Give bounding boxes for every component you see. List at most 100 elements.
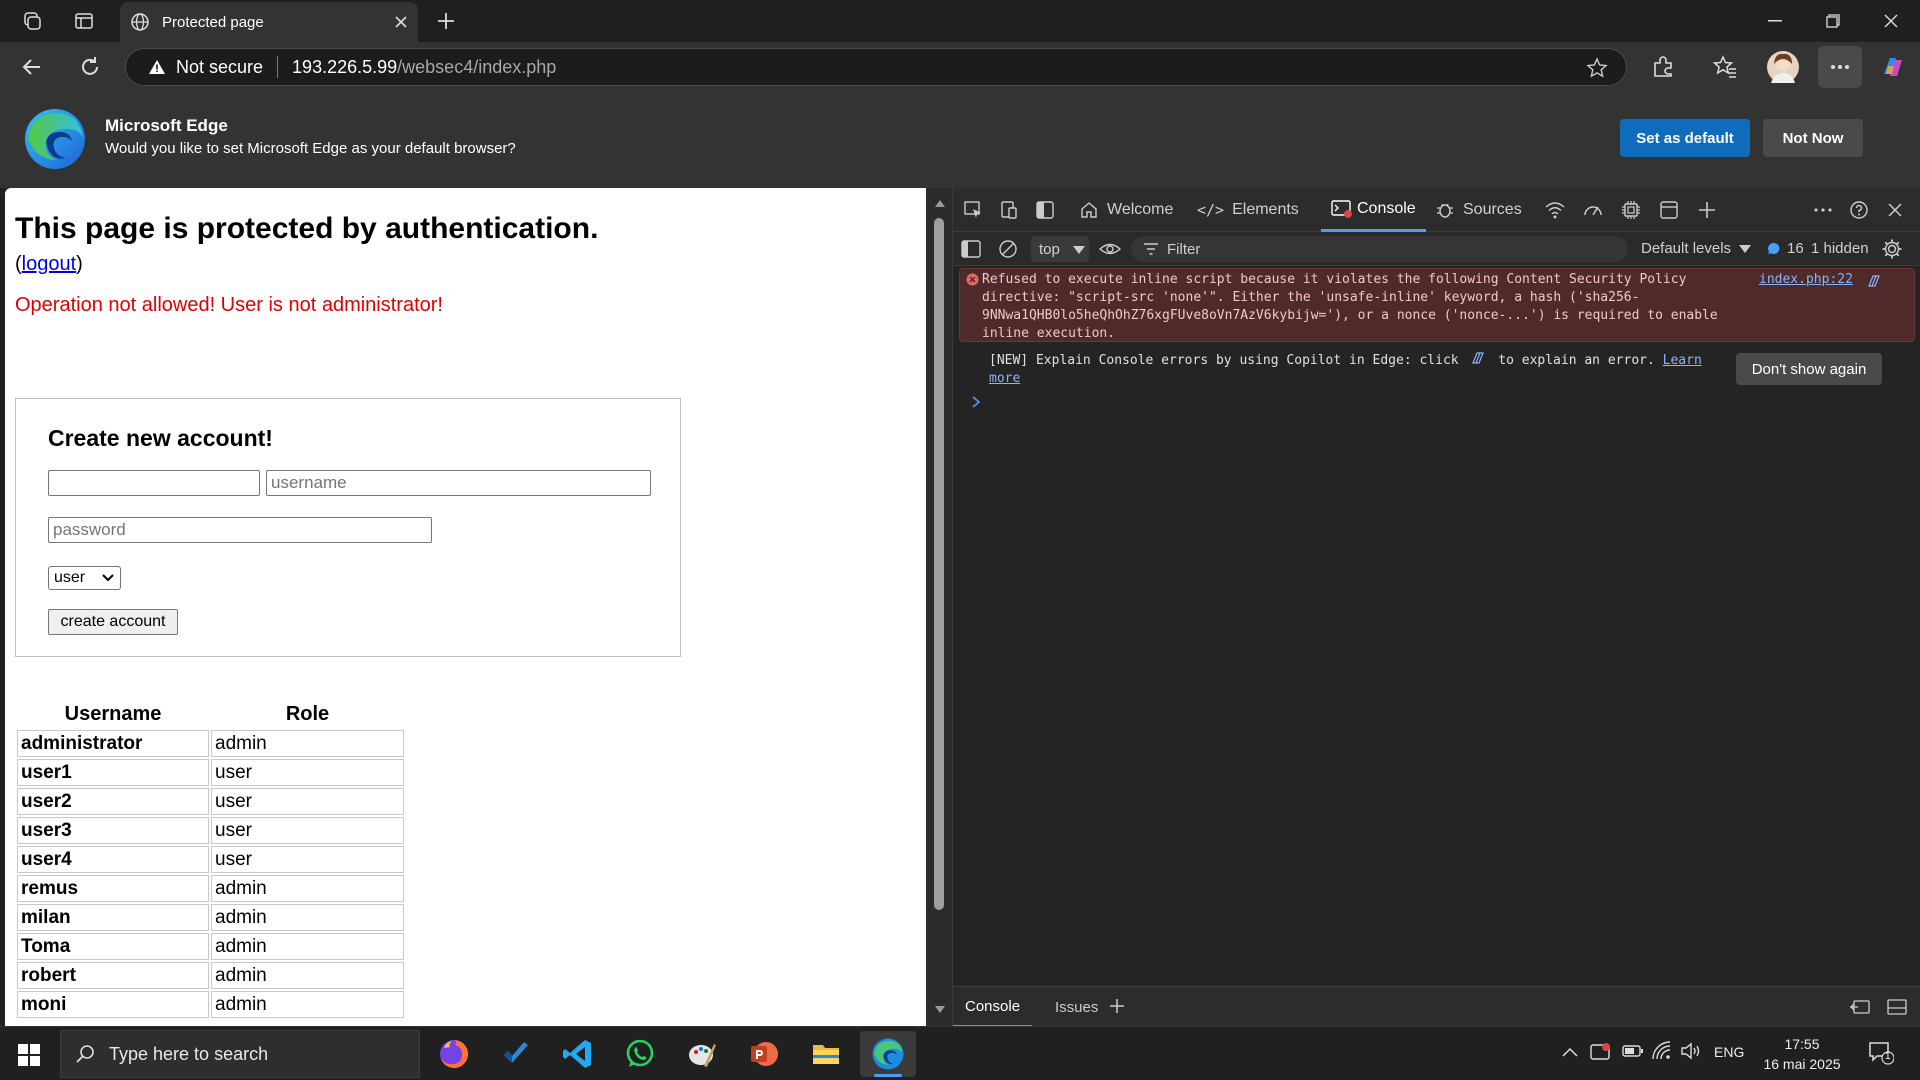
tab-protected-page[interactable]: Protected page	[120, 2, 418, 42]
role-select[interactable]: user	[48, 566, 121, 590]
close-window-button[interactable]	[1862, 0, 1920, 42]
copilot-explain-icon[interactable]	[1866, 273, 1882, 289]
quick-view-icon[interactable]	[1849, 998, 1871, 1016]
drawer-tab-issues[interactable]: Issues	[1045, 987, 1108, 1027]
device-emulation-icon[interactable]	[997, 198, 1021, 222]
clear-console-icon[interactable]	[998, 239, 1018, 259]
first-field-input[interactable]	[48, 470, 260, 496]
username-cell: milan	[17, 904, 209, 931]
windows-start-icon[interactable]	[18, 1044, 40, 1066]
extensions-icon[interactable]	[1650, 54, 1676, 80]
inspect-element-icon[interactable]	[961, 198, 985, 222]
favorites-icon[interactable]	[1712, 54, 1738, 80]
back-arrow-icon[interactable]	[20, 55, 44, 79]
edge-taskbar-icon[interactable]	[860, 1031, 916, 1077]
restore-button[interactable]	[1804, 0, 1862, 42]
tab-elements[interactable]: </> Elements	[1197, 188, 1299, 232]
volume-icon[interactable]	[1680, 1041, 1702, 1061]
refresh-icon[interactable]	[78, 55, 102, 79]
devtools-drawer: Console Issues	[953, 986, 1920, 1027]
language-indicator[interactable]: ENG	[1714, 1044, 1744, 1060]
password-input[interactable]: password	[48, 517, 432, 543]
chevron-down-icon	[102, 574, 114, 582]
filter-input[interactable]: Filter	[1131, 236, 1628, 262]
new-tab-button[interactable]	[428, 6, 464, 36]
notification-center-icon[interactable]: 1	[1868, 1041, 1894, 1065]
logout-link[interactable]: logout	[22, 253, 77, 275]
message-count[interactable]: 16	[1767, 240, 1804, 257]
username-cell: user1	[17, 759, 209, 786]
copilot-icon[interactable]	[1878, 52, 1908, 82]
settings-more-button[interactable]	[1818, 46, 1862, 88]
context-selector[interactable]: top	[1031, 236, 1089, 262]
infobar-message: Would you like to set Microsoft Edge as …	[105, 140, 516, 157]
dock-side-icon[interactable]	[1033, 198, 1057, 222]
paint-icon[interactable]	[674, 1031, 730, 1077]
profile-avatar[interactable]	[1766, 50, 1800, 84]
file-explorer-icon[interactable]	[798, 1031, 854, 1077]
log-levels-dropdown[interactable]: Default levels	[1641, 240, 1752, 257]
sidebar-toggle-icon[interactable]	[961, 240, 981, 258]
security-label[interactable]: Not secure	[176, 57, 263, 78]
help-icon[interactable]	[1847, 198, 1871, 222]
network-wifi-icon[interactable]	[1543, 198, 1567, 222]
logout-paren-close: )	[76, 253, 83, 275]
clock[interactable]: 17:55 16 mai 2025	[1762, 1034, 1842, 1074]
workspaces-icon[interactable]	[14, 6, 50, 36]
powerpoint-icon[interactable]	[736, 1031, 792, 1077]
error-source-link[interactable]: index.php:22	[1759, 271, 1853, 289]
favorite-star-icon[interactable]	[1586, 57, 1608, 79]
set-as-default-button[interactable]: Set as default	[1620, 119, 1750, 157]
todo-icon[interactable]	[488, 1031, 544, 1077]
performance-icon[interactable]	[1581, 198, 1605, 222]
battery-icon[interactable]	[1622, 1044, 1644, 1058]
console-prompt-chevron-icon[interactable]	[971, 396, 981, 408]
error-text: Refused to execute inline script because…	[982, 272, 1726, 341]
console-settings-gear-icon[interactable]	[1881, 238, 1903, 260]
dont-show-again-button[interactable]: Don't show again	[1736, 353, 1882, 385]
taskbar-search-box[interactable]: Type here to search	[60, 1030, 420, 1078]
filter-placeholder: Filter	[1167, 240, 1201, 258]
tray-app-icon[interactable]	[1590, 1042, 1612, 1062]
minimize-button[interactable]	[1746, 0, 1804, 42]
dock-drawer-icon[interactable]	[1887, 998, 1907, 1016]
scroll-up-arrow-icon[interactable]	[935, 200, 945, 207]
wifi-icon[interactable]	[1652, 1041, 1672, 1061]
page-scrollbar[interactable]	[926, 188, 952, 1026]
tab-welcome[interactable]: Welcome	[1079, 188, 1173, 232]
create-account-button[interactable]: create account	[48, 609, 178, 635]
logout-paren-open: (	[15, 253, 22, 275]
whatsapp-icon[interactable]	[612, 1031, 668, 1077]
error-message: Operation not allowed! User is not admin…	[15, 294, 443, 316]
close-devtools-icon[interactable]	[1883, 198, 1907, 222]
application-icon[interactable]	[1657, 198, 1681, 222]
role-cell: user	[211, 759, 404, 786]
tab-console[interactable]: Console	[1321, 188, 1426, 232]
scroll-down-arrow-icon[interactable]	[935, 1006, 945, 1013]
drawer-add-tab-icon[interactable]	[1109, 998, 1125, 1014]
infobar-title: Microsoft Edge	[105, 116, 228, 135]
live-expression-eye-icon[interactable]	[1099, 240, 1121, 258]
role-column-header: Role	[285, 702, 330, 725]
role-cell: admin	[211, 991, 404, 1018]
drawer-tab-console[interactable]: Console	[953, 987, 1033, 1027]
devtools-more-icon[interactable]	[1811, 198, 1835, 222]
address-bar[interactable]: Not secure 193.226.5.99/websec4/index.ph…	[125, 48, 1627, 86]
default-browser-infobar: Microsoft Edge Would you like to set Mic…	[0, 92, 1920, 188]
close-tab-icon[interactable]	[394, 15, 408, 29]
tab-sources[interactable]: Sources	[1435, 188, 1522, 232]
more-tools-plus-icon[interactable]	[1695, 198, 1719, 222]
vertical-tabs-icon[interactable]	[66, 6, 102, 36]
warning-icon[interactable]	[148, 59, 166, 75]
username-cell: administrator	[17, 730, 209, 757]
not-now-button[interactable]: Not Now	[1763, 119, 1863, 157]
role-cell: admin	[211, 875, 404, 902]
firefox-icon[interactable]	[426, 1031, 482, 1077]
show-hidden-icons-chevron-icon[interactable]	[1562, 1047, 1578, 1057]
vscode-icon[interactable]	[550, 1031, 606, 1077]
message-count-value: 16	[1787, 240, 1804, 257]
scrollbar-thumb[interactable]	[934, 218, 944, 910]
console-toolbar: top Filter Default levels 16 1 hidden	[953, 232, 1920, 266]
username-input[interactable]: username	[266, 470, 651, 496]
memory-icon[interactable]	[1619, 198, 1643, 222]
